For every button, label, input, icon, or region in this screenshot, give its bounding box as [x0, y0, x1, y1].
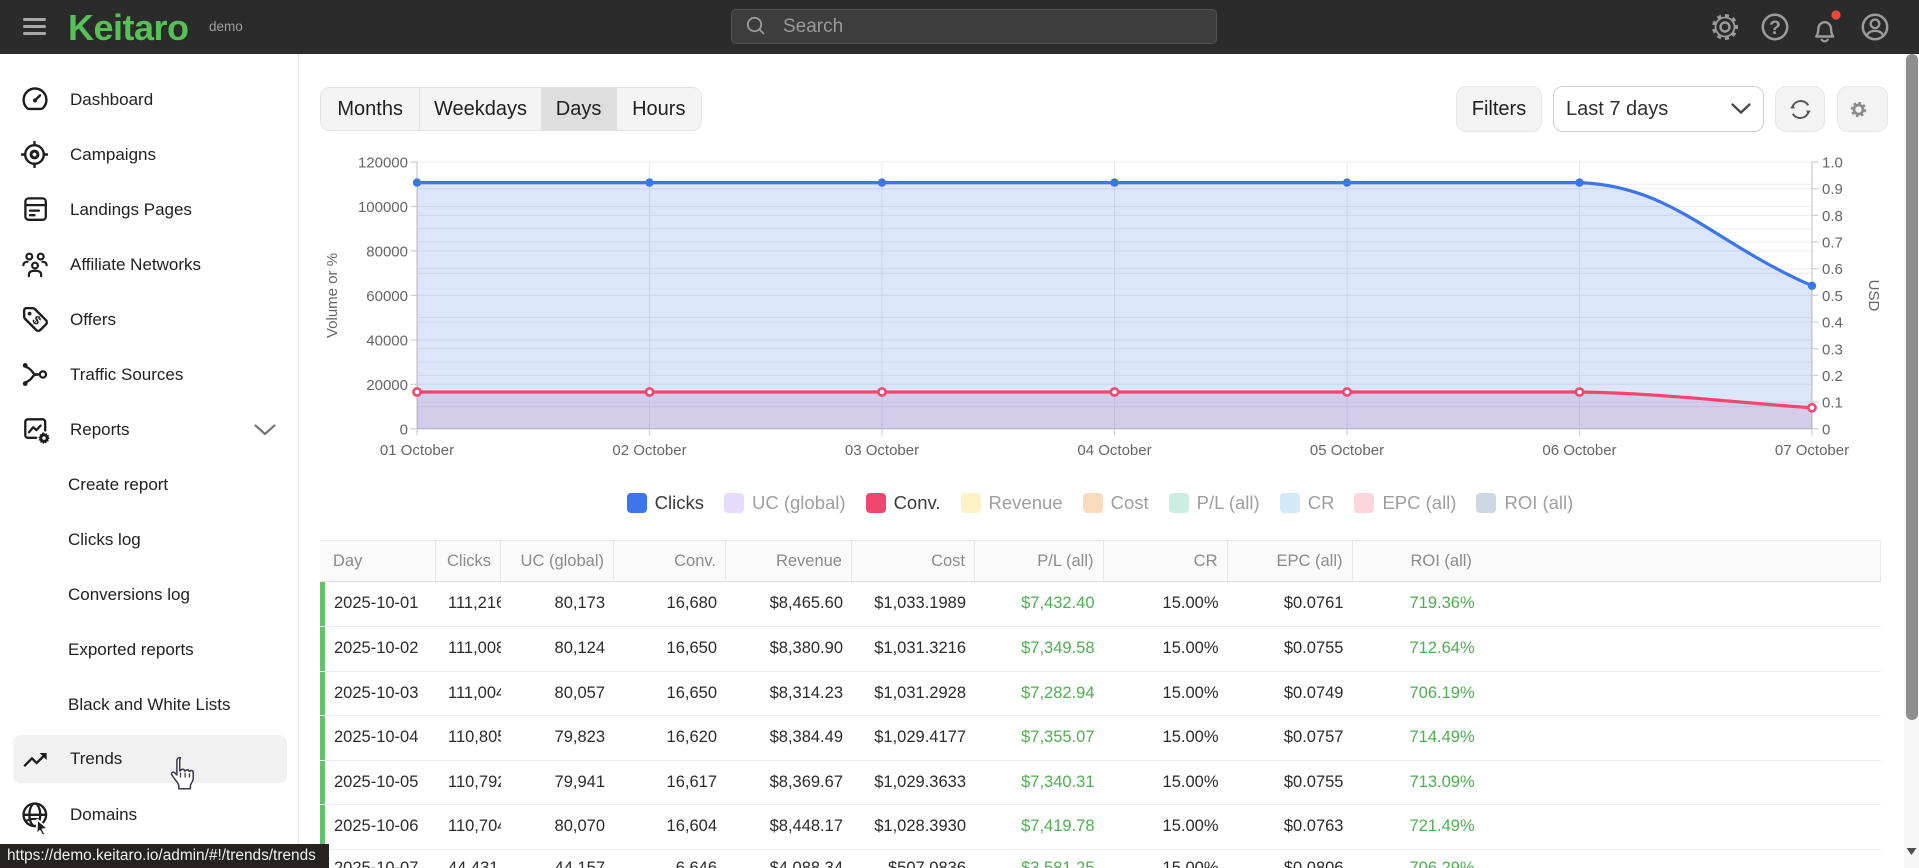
svg-text:01 October: 01 October: [380, 442, 454, 459]
svg-text:Volume or %: Volume or %: [325, 253, 341, 338]
svg-text:05 October: 05 October: [1310, 442, 1384, 459]
svg-text:100000: 100000: [358, 199, 408, 216]
svg-text:07 October: 07 October: [1775, 442, 1849, 459]
svg-text:40000: 40000: [366, 332, 408, 349]
svg-text:0.6: 0.6: [1822, 261, 1843, 278]
svg-text:0.7: 0.7: [1822, 235, 1843, 252]
svg-text:0.1: 0.1: [1822, 395, 1843, 412]
svg-text:0.8: 0.8: [1822, 208, 1843, 225]
svg-text:03 October: 03 October: [845, 442, 919, 459]
svg-text:0: 0: [1822, 421, 1830, 438]
svg-text:?: ?: [1769, 17, 1781, 39]
svg-text:02 October: 02 October: [612, 442, 686, 459]
svg-text:0: 0: [400, 421, 408, 438]
svg-text:06 October: 06 October: [1542, 442, 1616, 459]
svg-text:04 October: 04 October: [1077, 442, 1151, 459]
svg-text:0.5: 0.5: [1822, 288, 1843, 305]
svg-text:1.0: 1.0: [1822, 155, 1843, 172]
svg-text:USD: USD: [1865, 280, 1882, 312]
svg-text:120000: 120000: [358, 155, 408, 172]
svg-text:0.2: 0.2: [1822, 368, 1843, 385]
svg-text:0.3: 0.3: [1822, 341, 1843, 358]
svg-text:0.9: 0.9: [1822, 181, 1843, 198]
svg-text:60000: 60000: [366, 288, 408, 305]
svg-text:80000: 80000: [366, 243, 408, 260]
svg-text:0.4: 0.4: [1822, 315, 1843, 332]
svg-text:20000: 20000: [366, 377, 408, 394]
